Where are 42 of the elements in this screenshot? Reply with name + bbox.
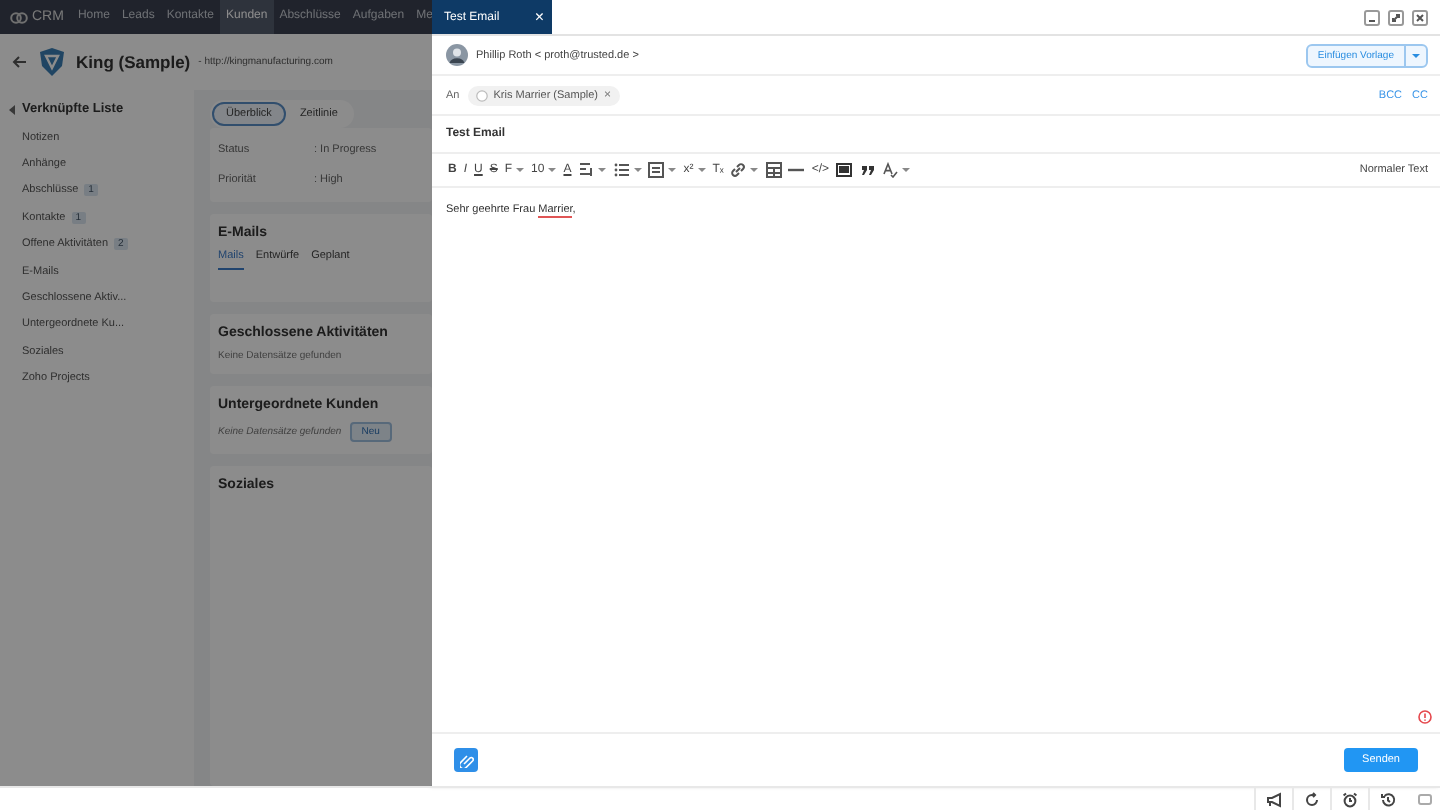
- megaphone-icon[interactable]: [1266, 791, 1282, 807]
- toolbar-button[interactable]: [613, 162, 642, 178]
- toolbar-button[interactable]: [859, 162, 876, 178]
- link-icon: [730, 162, 747, 178]
- bulleted-list-icon: [613, 162, 630, 178]
- caret-icon[interactable]: [516, 166, 525, 174]
- minimize-icon[interactable]: [1364, 9, 1380, 25]
- toolbar-button[interactable]: [836, 162, 853, 178]
- toolbar-button[interactable]: [648, 162, 677, 178]
- history-icon[interactable]: [1380, 791, 1396, 807]
- warning-icon: [1418, 710, 1432, 724]
- back-arrow-icon[interactable]: [12, 56, 28, 68]
- alarm-clock-icon[interactable]: [1342, 791, 1358, 807]
- collapse-icon[interactable]: [8, 103, 16, 115]
- logo-icon: [10, 11, 28, 23]
- close-icon[interactable]: [1412, 9, 1428, 25]
- spellcheck-icon: [882, 162, 899, 178]
- toolbar-button[interactable]: [730, 162, 759, 178]
- refresh-icon[interactable]: [1304, 791, 1320, 807]
- toolbar-button[interactable]: [882, 162, 911, 178]
- avatar-icon: [446, 44, 468, 66]
- attachment-button[interactable]: [454, 748, 478, 772]
- shield-logo-icon: [36, 46, 68, 78]
- toolbar-button[interactable]: [578, 162, 607, 178]
- caret-icon[interactable]: [668, 166, 677, 174]
- caret-icon[interactable]: [633, 166, 642, 174]
- align-icon: [648, 162, 665, 178]
- caret-icon: [1412, 51, 1420, 59]
- contact-icon: [475, 89, 488, 101]
- caret-icon[interactable]: [902, 166, 911, 174]
- close-button[interactable]: ×: [534, 9, 544, 25]
- caret-icon[interactable]: [750, 166, 759, 174]
- caret-icon[interactable]: [697, 166, 706, 174]
- image-icon: [836, 162, 853, 178]
- record-title: King (Sample): [76, 52, 191, 72]
- paperclip-icon: [459, 753, 473, 767]
- quote-icon: [859, 162, 876, 178]
- table-icon: [765, 162, 782, 178]
- toolbar-button[interactable]: [765, 162, 782, 178]
- expand-icon[interactable]: [1388, 9, 1404, 25]
- caret-icon[interactable]: [598, 166, 607, 174]
- caret-icon[interactable]: [548, 166, 557, 174]
